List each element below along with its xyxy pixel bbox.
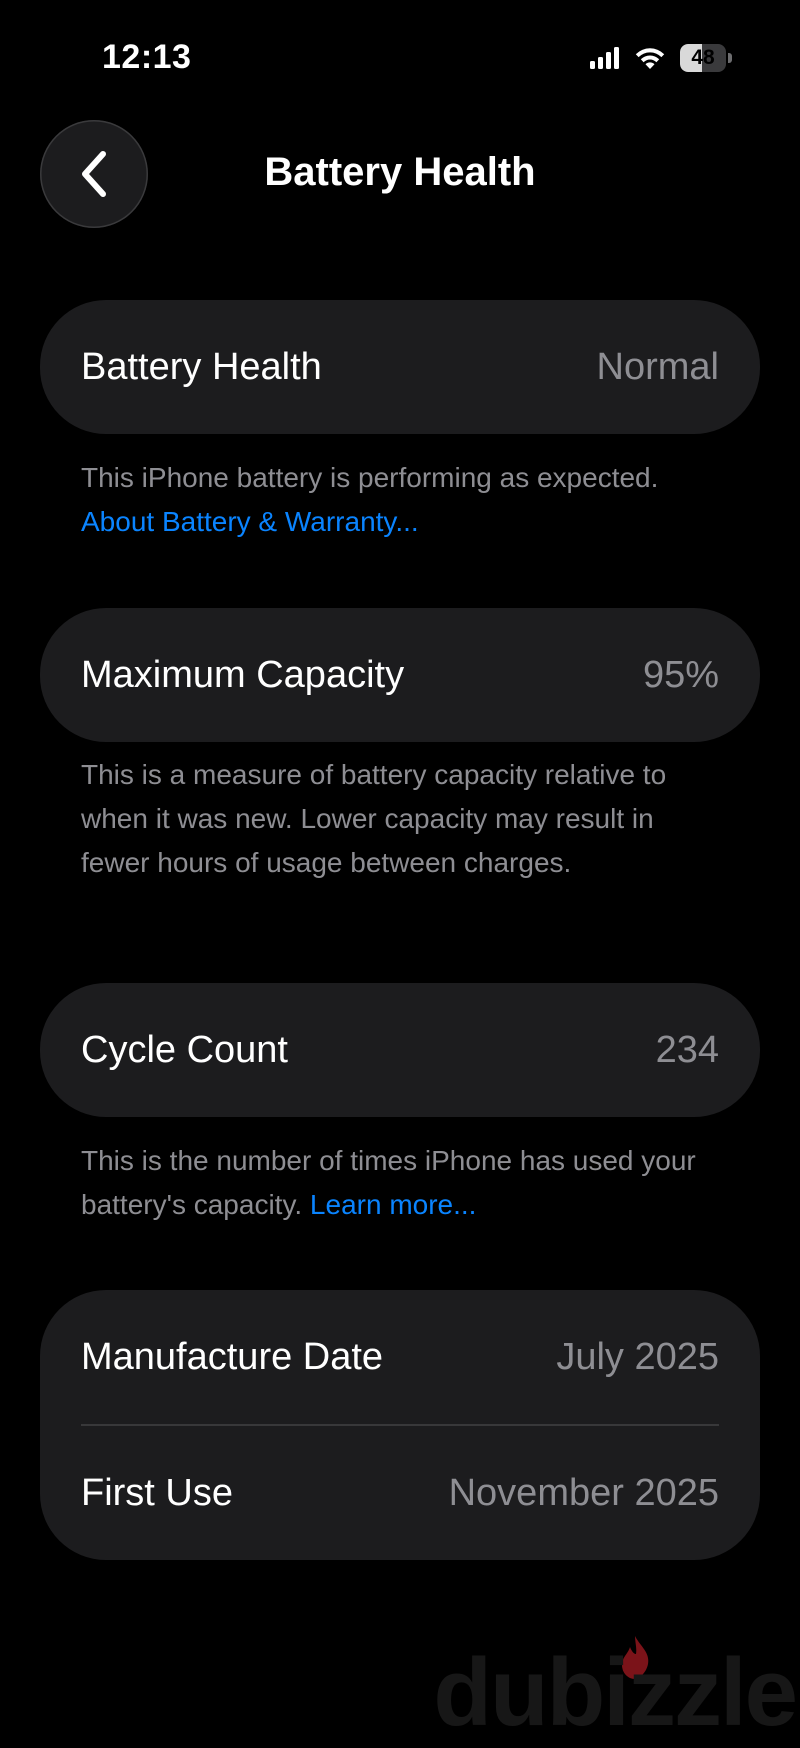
first-use-label: First Use bbox=[81, 1471, 233, 1514]
maximum-capacity-row: Maximum Capacity 95% bbox=[40, 608, 760, 742]
dates-card: Manufacture Date July 2025 First Use Nov… bbox=[40, 1290, 760, 1560]
cycle-count-card: Cycle Count 234 bbox=[40, 983, 760, 1117]
signal-icon bbox=[590, 47, 619, 69]
battery-icon: 48 bbox=[680, 44, 732, 72]
maximum-capacity-footnote-text: This is a measure of battery capacity re… bbox=[81, 759, 667, 878]
cycle-count-label: Cycle Count bbox=[81, 1028, 288, 1071]
first-use-row: First Use November 2025 bbox=[40, 1426, 760, 1560]
wifi-icon bbox=[635, 48, 665, 69]
learn-more-link[interactable]: Learn more... bbox=[310, 1189, 477, 1220]
cycle-count-footnote: This is the number of times iPhone has u… bbox=[81, 1139, 721, 1227]
status-bar: 12:13 48 bbox=[0, 0, 800, 118]
cycle-count-value: 234 bbox=[655, 1028, 719, 1071]
page-title: Battery Health bbox=[264, 150, 536, 194]
maximum-capacity-value: 95% bbox=[642, 653, 719, 696]
maximum-capacity-footnote: This is a measure of battery capacity re… bbox=[81, 753, 721, 885]
first-use-value: November 2025 bbox=[448, 1471, 719, 1514]
manufacture-date-value: July 2025 bbox=[556, 1335, 719, 1378]
cycle-count-row: Cycle Count 234 bbox=[40, 983, 760, 1117]
manufacture-date-label: Manufacture Date bbox=[81, 1335, 384, 1378]
status-icons: 48 bbox=[590, 44, 732, 72]
status-time: 12:13 bbox=[102, 38, 192, 76]
battery-body: 48 bbox=[680, 44, 726, 72]
battery-health-footnote: This iPhone battery is performing as exp… bbox=[81, 456, 721, 544]
dubizzle-watermark: dubizzle bbox=[433, 1632, 800, 1746]
manufacture-date-row: Manufacture Date July 2025 bbox=[40, 1290, 760, 1424]
about-battery-warranty-link[interactable]: About Battery & Warranty... bbox=[81, 506, 419, 537]
battery-health-value: Normal bbox=[596, 345, 719, 388]
battery-health-card: Battery Health Normal bbox=[40, 300, 760, 434]
battery-health-footnote-text: This iPhone battery is performing as exp… bbox=[81, 462, 659, 493]
battery-health-row: Battery Health Normal bbox=[40, 300, 760, 434]
battery-cap bbox=[728, 53, 732, 63]
battery-health-label: Battery Health bbox=[81, 345, 322, 388]
battery-level: 48 bbox=[691, 46, 715, 69]
maximum-capacity-card: Maximum Capacity 95% bbox=[40, 608, 760, 742]
maximum-capacity-label: Maximum Capacity bbox=[81, 653, 405, 696]
